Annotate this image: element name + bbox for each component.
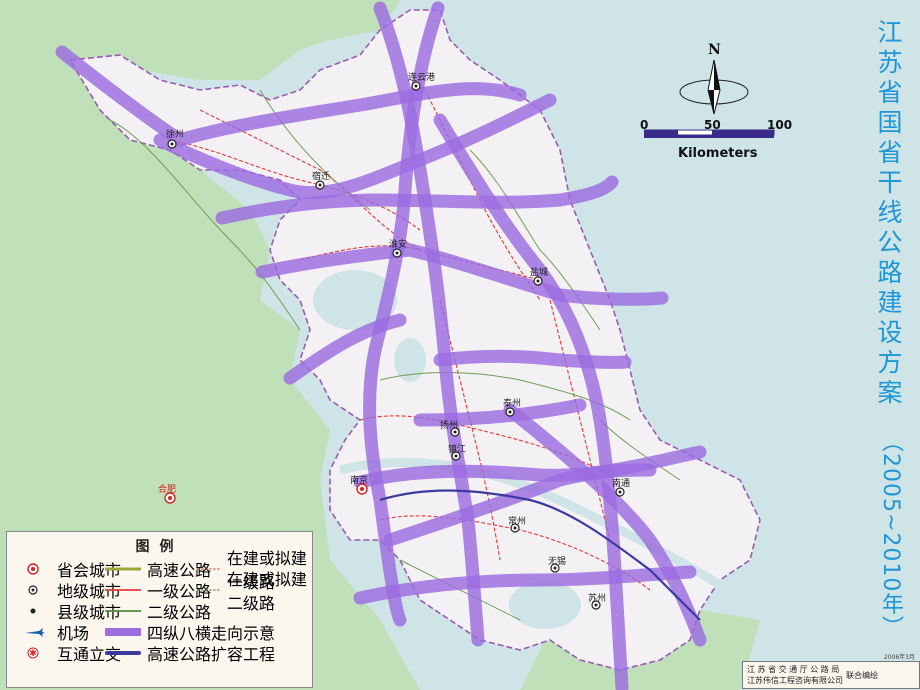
legend-panel: 图例 省会城市 地级城市 县级城市 机场 ✱ 互通立交 高速公路 一级公路 二级… xyxy=(6,531,313,688)
legend-item: 四纵八横走向示意 xyxy=(105,621,275,643)
legend-item: 高速公路扩容工程 xyxy=(105,642,276,664)
provincial-capital-icon xyxy=(27,562,39,575)
planned-first-class-line xyxy=(197,567,221,570)
credit-org-2: 江苏伟信工程咨询有限公司 xyxy=(747,676,843,685)
gaoyou-lake xyxy=(394,338,426,382)
map-title: 江苏省国省干线公路建设方案 （2005~2010年） xyxy=(870,18,910,638)
title-sub: （2005~2010年） xyxy=(878,430,903,639)
county-city-icon xyxy=(30,608,36,613)
scale-unit: Kilometers xyxy=(678,146,758,161)
prefecture-city-icon xyxy=(28,584,38,595)
corridor-band xyxy=(105,627,141,636)
credit-org-1: 江 苏 省 交 通 厅 公 路 局 xyxy=(747,665,840,674)
interchange-icon: ✱ xyxy=(27,647,39,659)
scale-tick-label: 0 xyxy=(640,118,649,132)
legend-label: 在建或拟建二级路 xyxy=(226,569,307,613)
second-class-road-line xyxy=(105,609,141,612)
svg-text:✱: ✱ xyxy=(29,649,37,659)
first-class-road-line xyxy=(105,588,141,591)
credit-box: 2006年3月 江 苏 省 交 通 厅 公 路 局 江苏伟信工程咨询有限公司 联… xyxy=(742,654,920,689)
scale-tick-label: 100 xyxy=(767,118,793,132)
legend-item: 在建或拟建二级路 xyxy=(197,570,312,613)
scale-tick-label: 50 xyxy=(704,118,721,132)
expressway-line xyxy=(105,567,141,570)
airport-icon xyxy=(25,627,45,637)
legend-label: 高速公路扩容工程 xyxy=(147,644,276,664)
expressway-expansion-line xyxy=(105,650,141,655)
credit-tail: 联合编绘 xyxy=(846,670,878,680)
title-main: 江苏省国省干线公路建设方案 xyxy=(877,18,903,407)
credit-year: 2006年3月 xyxy=(883,654,915,661)
taihu-lake xyxy=(509,581,581,629)
planned-second-class-line xyxy=(197,588,221,591)
compass-scale: N 0 50 100 Kilometers xyxy=(640,42,794,164)
